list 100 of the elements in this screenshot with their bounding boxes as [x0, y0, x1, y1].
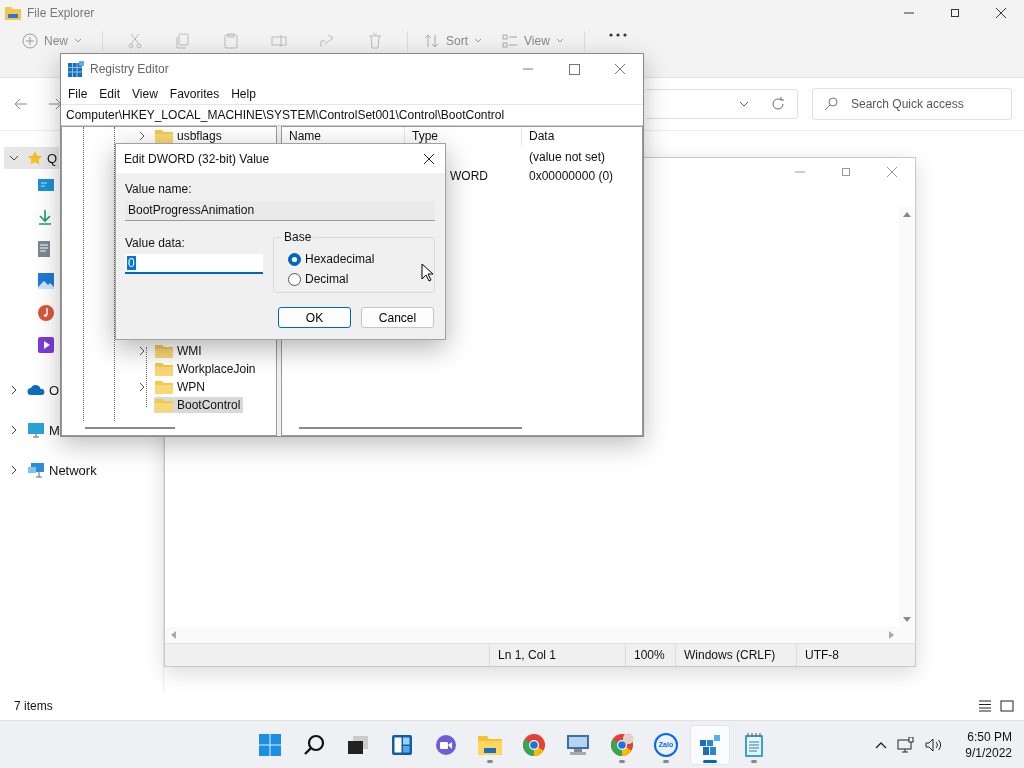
- tree-item[interactable]: WMI: [154, 343, 205, 359]
- back-icon[interactable]: [14, 98, 28, 110]
- search-icon: [303, 733, 325, 756]
- picture-icon[interactable]: [38, 273, 54, 289]
- cancel-button[interactable]: Cancel: [361, 307, 434, 328]
- task-view-icon: [347, 734, 369, 755]
- field-label: Value name:: [125, 182, 193, 196]
- star-icon: [27, 150, 43, 166]
- minimize-icon: [795, 171, 805, 173]
- menu-item[interactable]: Favorites: [163, 87, 226, 101]
- value-name-field[interactable]: BootProgressAnimation: [125, 201, 435, 221]
- expand-icon[interactable]: [138, 382, 146, 392]
- search-icon: [824, 97, 838, 111]
- table-cell: (value not set): [529, 149, 606, 164]
- close-icon[interactable]: [423, 152, 435, 165]
- plus-icon: [22, 33, 38, 49]
- forward-icon[interactable]: [48, 98, 62, 110]
- cloud-icon: [27, 384, 45, 396]
- start-icon: [259, 733, 281, 756]
- download-icon[interactable]: [38, 209, 52, 225]
- clock[interactable]: 6:50 PM 9/1/2022: [965, 728, 1012, 761]
- expand-icon[interactable]: [138, 131, 146, 141]
- chevron-up-icon[interactable]: [875, 740, 888, 749]
- caret-icon: [555, 38, 564, 44]
- scroll-left-icon[interactable]: [170, 631, 176, 639]
- window-title: File Explorer: [27, 6, 95, 20]
- dialog-title: Edit DWORD (32-bit) Value: [124, 151, 270, 166]
- expand-icon[interactable]: [138, 346, 146, 356]
- menu-item[interactable]: File: [62, 87, 94, 101]
- folder-icon: [155, 344, 173, 358]
- notepad-icon: [745, 732, 763, 757]
- details-view-icon[interactable]: [978, 700, 992, 712]
- tree-item[interactable]: WorkplaceJoin: [154, 361, 259, 377]
- network-icon[interactable]: [897, 736, 916, 753]
- nav-item[interactable]: Network: [0, 459, 99, 481]
- scroll-up-icon[interactable]: [903, 211, 911, 217]
- monitor-icon: [566, 733, 590, 756]
- blocks-icon: [699, 733, 721, 756]
- ok-button[interactable]: OK: [278, 307, 351, 328]
- status-field: 100%: [625, 644, 675, 666]
- maximize-icon: [950, 8, 960, 18]
- menu-item[interactable]: Edit: [93, 87, 127, 101]
- more-icon[interactable]: [608, 33, 627, 37]
- search-field[interactable]: Search Quick access: [812, 88, 1012, 120]
- scroll-right-icon[interactable]: [889, 631, 895, 639]
- registry-icon: [68, 61, 84, 77]
- minimize-icon: [523, 68, 533, 70]
- folder-icon: [5, 6, 21, 20]
- scroll-down-icon[interactable]: [903, 617, 911, 623]
- menu-item[interactable]: View: [126, 87, 164, 101]
- group-label: Base: [282, 230, 314, 244]
- value-data-field[interactable]: 0: [125, 254, 263, 274]
- tiles-view-icon[interactable]: [1000, 700, 1014, 712]
- tree-item[interactable]: usbflags: [154, 128, 225, 144]
- maximize-icon: [568, 63, 580, 75]
- folder-icon: [155, 129, 173, 143]
- table-cell: WORD: [450, 168, 488, 183]
- tree-item[interactable]: BootControl: [154, 397, 244, 413]
- browser-icon: [522, 732, 546, 757]
- music-icon[interactable]: [38, 305, 54, 321]
- chevron-icon[interactable]: [9, 465, 19, 475]
- refresh-icon[interactable]: [771, 97, 785, 111]
- document-icon[interactable]: [38, 241, 50, 257]
- status-field: Ln 1, Col 1: [489, 644, 625, 666]
- folder-icon: [155, 380, 173, 394]
- nav-item[interactable]: O: [0, 379, 62, 401]
- folder-icon: [155, 398, 173, 412]
- radio-button[interactable]: [288, 252, 301, 266]
- tree-item[interactable]: WPN: [154, 379, 208, 395]
- item-count: 7 items: [14, 699, 53, 713]
- monitor-icon: [27, 422, 45, 438]
- close-icon: [886, 166, 898, 178]
- desktop-icon[interactable]: [38, 178, 54, 192]
- minimize-icon: [904, 12, 914, 14]
- chevron-icon[interactable]: [9, 385, 19, 395]
- folder-icon: [478, 734, 502, 755]
- sort-icon: [424, 33, 440, 49]
- menu-item[interactable]: Help: [225, 87, 262, 101]
- video-chat-icon: [435, 733, 457, 756]
- address-field[interactable]: Computer\HKEY_LOCAL_MACHINE\SYSTEM\ControlSet001\Control\BootControl: [61, 104, 643, 126]
- close-icon: [995, 7, 1007, 19]
- video-icon[interactable]: [38, 337, 54, 353]
- radio-label[interactable]: Hexadecimal: [305, 252, 375, 266]
- nav-item[interactable]: Q: [4, 147, 60, 169]
- caret-icon: [474, 38, 483, 44]
- nav-item[interactable]: M: [0, 419, 62, 441]
- browser-icon: [610, 732, 634, 757]
- table-cell: 0x00000000 (0): [529, 168, 614, 183]
- list-icon: [502, 33, 519, 49]
- volume-icon[interactable]: [925, 737, 944, 752]
- chevron-down-icon[interactable]: [739, 101, 749, 107]
- column-header[interactable]: Data: [522, 127, 642, 147]
- widgets-icon: [391, 733, 413, 756]
- chevron-icon[interactable]: [9, 425, 19, 435]
- radio-button[interactable]: [288, 272, 301, 286]
- chevron-icon[interactable]: [9, 153, 19, 163]
- status-field: Windows (CRLF): [675, 644, 796, 666]
- radio-label[interactable]: Decimal: [305, 272, 349, 286]
- window-title: Registry Editor: [90, 62, 169, 76]
- caret-icon: [74, 38, 82, 44]
